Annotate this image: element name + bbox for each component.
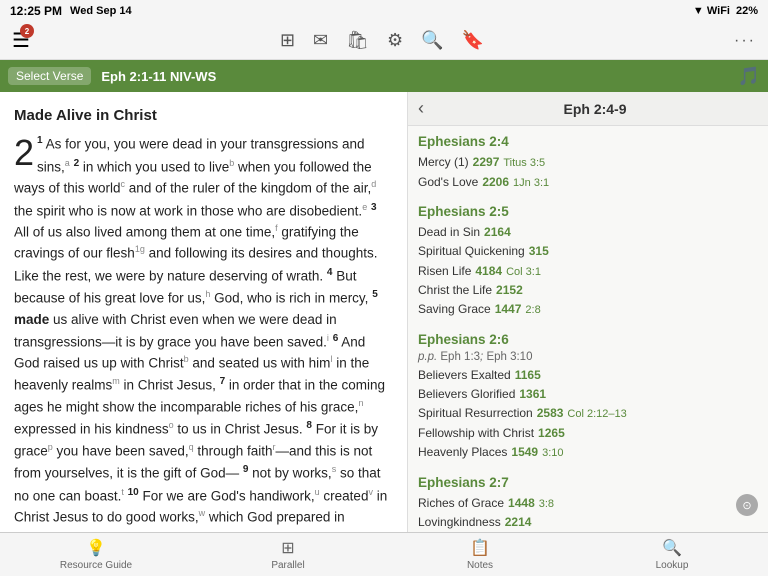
notes-icon: 📋	[470, 538, 490, 558]
settings-icon[interactable]: ⚙	[387, 30, 403, 51]
ref-content: Ephesians 2:4 Mercy (1) 2297 Titus 3:5 G…	[408, 126, 768, 532]
ref-item: Spiritual Resurrection 2583 Col 2:12–13	[418, 404, 758, 424]
ref-section-eph27: Ephesians 2:7 Riches of Grace 1448 3:8 L…	[418, 475, 758, 532]
verse-9-num: 9	[243, 464, 249, 475]
ref-item: God's Love 2206 1Jn 3:1	[418, 173, 758, 193]
ref-item: Mercy (1) 2297 Titus 3:5	[418, 153, 758, 173]
ref-heading-eph27: Ephesians 2:7	[418, 475, 758, 490]
tab-lookup[interactable]: 🔍 Lookup	[576, 533, 768, 576]
verse-7-num: 7	[220, 376, 226, 387]
verse-8-num: 8	[306, 420, 312, 431]
toolbar-right-icon[interactable]: 🎵	[738, 66, 760, 87]
library-icon[interactable]: ⊞	[280, 30, 295, 51]
status-bar: 12:25 PM Wed Sep 14 ▼ WiFi 22%	[0, 0, 768, 22]
verse-10-num: 10	[128, 487, 139, 498]
bottom-tabs: 💡 Resource Guide ⊞ Parallel 📋 Notes 🔍 Lo…	[0, 532, 768, 576]
ref-item: Heavenly Places 1549 3:10	[418, 443, 758, 463]
tab-resource-guide[interactable]: 💡 Resource Guide	[0, 533, 192, 576]
passage-label: Eph 2:1-11 NIV-WS	[101, 69, 216, 84]
main-area: Made Alive in Christ 2 1 As for you, you…	[0, 92, 768, 532]
ref-item: Spiritual Quickening 315	[418, 242, 758, 261]
ref-item: Saving Grace 1447 2:8	[418, 300, 758, 320]
tab-resource-guide-label: Resource Guide	[60, 560, 132, 571]
tab-notes-label: Notes	[467, 560, 493, 571]
nav-icons: ⊞ ✉ 🛍 ⚙ 🔍 🔖	[280, 30, 484, 51]
verse-5-num: 5	[372, 289, 378, 300]
ref-heading-eph25: Ephesians 2:5	[418, 204, 758, 219]
verse-4-num: 4	[327, 267, 333, 278]
bible-panel: Made Alive in Christ 2 1 As for you, you…	[0, 92, 408, 532]
status-date: Wed Sep 14	[70, 5, 132, 17]
ref-sub-eph26: p.p. Eph 1:3; Eph 3:10	[418, 351, 758, 363]
verse-3-num: 3	[371, 202, 377, 213]
tab-parallel-label: Parallel	[271, 560, 304, 571]
top-nav: ☰ 2 ⊞ ✉ 🛍 ⚙ 🔍 🔖 ···	[0, 22, 768, 60]
tab-parallel[interactable]: ⊞ Parallel	[192, 533, 384, 576]
resource-guide-icon: 💡	[86, 538, 106, 558]
ref-section-eph26: Ephesians 2:6 p.p. Eph 1:3; Eph 3:10 Bel…	[418, 332, 758, 463]
ref-header: ‹ Eph 2:4-9	[408, 92, 768, 126]
tab-notes[interactable]: 📋 Notes	[384, 533, 576, 576]
ref-panel: ‹ Eph 2:4-9 Ephesians 2:4 Mercy (1) 2297…	[408, 92, 768, 532]
ref-item: Dead in Sin 2164	[418, 223, 758, 242]
section-title-1: Made Alive in Christ	[14, 104, 393, 127]
ref-item: Believers Exalted 1165	[418, 366, 758, 385]
scroll-indicator[interactable]: ⊙	[736, 494, 758, 516]
cart-icon[interactable]: 🛍	[346, 30, 369, 51]
verse-2-num: 2	[74, 158, 80, 169]
verse-1-num: 1	[37, 135, 43, 146]
bookmark-icon[interactable]: 🔖	[462, 30, 484, 51]
more-icon[interactable]: ···	[734, 32, 756, 50]
ref-item: Lovingkindness 2214	[418, 513, 758, 532]
ref-title: Eph 2:4-9	[432, 101, 758, 117]
parallel-icon: ⊞	[281, 538, 294, 558]
ref-item: Risen Life 4184 Col 3:1	[418, 262, 758, 282]
back-button[interactable]: ‹	[418, 98, 424, 119]
inbox-icon[interactable]: ✉	[313, 30, 328, 51]
wifi-icon: ▼ WiFi	[693, 5, 730, 17]
ref-section-eph24: Ephesians 2:4 Mercy (1) 2297 Titus 3:5 G…	[418, 134, 758, 192]
ref-heading-eph26: Ephesians 2:6	[418, 332, 758, 347]
battery-icon: 22%	[736, 5, 758, 17]
ref-item: Riches of Grace 1448 3:8	[418, 494, 758, 514]
nav-badge: 2	[20, 24, 34, 38]
lookup-icon: 🔍	[662, 538, 682, 558]
ref-heading-eph24: Ephesians 2:4	[418, 134, 758, 149]
search-icon[interactable]: 🔍	[421, 30, 443, 51]
ref-item: Believers Glorified 1361	[418, 385, 758, 404]
bible-text: 2 1 As for you, you were dead in your tr…	[14, 133, 393, 532]
hamburger-button[interactable]: ☰ 2	[12, 28, 30, 53]
ref-item: Christ the Life 2152	[418, 281, 758, 300]
green-toolbar: Select Verse Eph 2:1-11 NIV-WS 🎵	[0, 60, 768, 92]
verse-6-num: 6	[333, 333, 339, 344]
ref-item: Fellowship with Christ 1265	[418, 424, 758, 443]
chapter-number: 2	[14, 135, 34, 171]
ref-section-eph25: Ephesians 2:5 Dead in Sin 2164 Spiritual…	[418, 204, 758, 320]
tab-lookup-label: Lookup	[656, 560, 689, 571]
select-verse-button[interactable]: Select Verse	[8, 67, 91, 85]
status-time: 12:25 PM	[10, 4, 62, 18]
